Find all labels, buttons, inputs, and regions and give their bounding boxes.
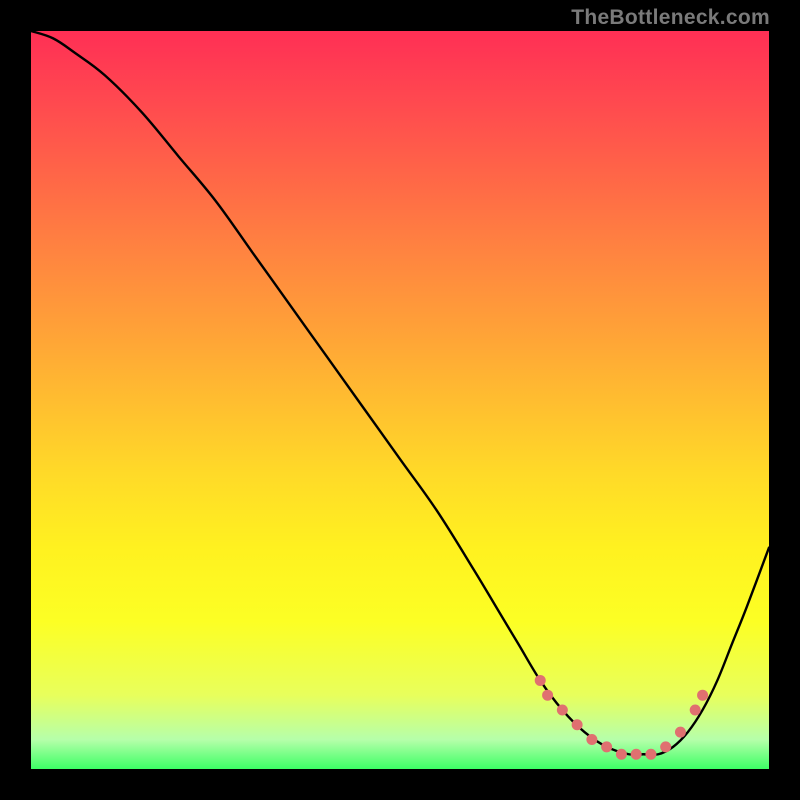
chart-svg	[31, 31, 769, 769]
marker-dot	[557, 705, 567, 715]
marker-dot	[616, 749, 626, 759]
bottleneck-markers	[535, 675, 707, 759]
marker-dot	[690, 705, 700, 715]
marker-dot	[646, 749, 656, 759]
chart-frame: TheBottleneck.com	[0, 0, 800, 800]
marker-dot	[535, 675, 545, 685]
marker-dot	[572, 720, 582, 730]
curve-path	[31, 31, 769, 755]
marker-dot	[587, 734, 597, 744]
marker-dot	[631, 749, 641, 759]
plot-area	[31, 31, 769, 769]
watermark-text: TheBottleneck.com	[571, 6, 770, 30]
marker-dot	[543, 690, 553, 700]
marker-dot	[602, 742, 612, 752]
marker-dot	[675, 727, 685, 737]
marker-dot	[698, 690, 708, 700]
marker-dot	[661, 742, 671, 752]
bottleneck-curve	[31, 31, 769, 755]
